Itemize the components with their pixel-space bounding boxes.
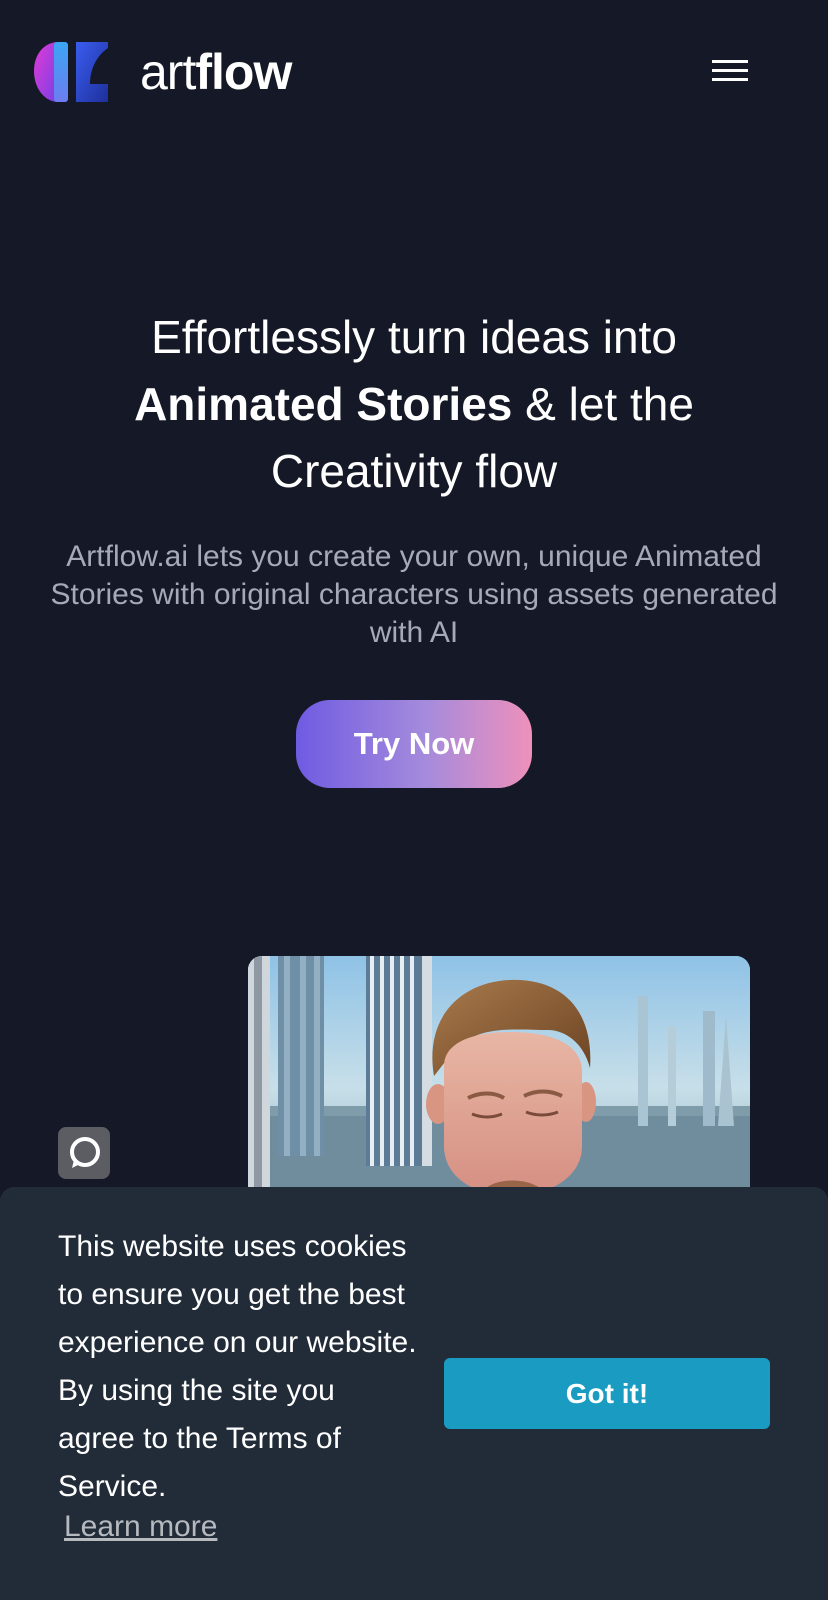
brand-wordmark[interactable]: artflow <box>140 42 292 102</box>
preview-frame-image <box>248 956 750 1196</box>
cookie-consent-banner: This website uses cookies to ensure you … <box>0 1187 828 1600</box>
hero-subtitle: Artflow.ai lets you create your own, uni… <box>50 540 778 649</box>
hamburger-menu-icon[interactable] <box>706 56 748 88</box>
menu-bar <box>712 78 748 81</box>
menu-bar <box>712 60 748 63</box>
hero-title-line3: Creativity flow <box>270 445 558 497</box>
learn-more-link[interactable]: Learn more <box>64 1507 217 1547</box>
brand-wordmark-light: art <box>140 44 196 100</box>
hero-title-bold: Animated Stories <box>134 378 513 430</box>
got-it-button[interactable]: Got it! <box>444 1358 770 1429</box>
menu-bar <box>712 69 748 72</box>
chat-bubble-icon[interactable] <box>58 1127 110 1179</box>
artflow-logo-icon[interactable] <box>32 40 110 104</box>
try-now-button[interactable]: Try Now <box>296 700 532 788</box>
hero-title: Effortlessly turn ideas into Animated St… <box>40 304 788 505</box>
animated-story-preview[interactable] <box>248 956 750 1196</box>
cookie-message: This website uses cookies to ensure you … <box>58 1230 417 1503</box>
brand-wordmark-bold: flow <box>195 44 292 100</box>
site-header: artflow <box>0 0 828 140</box>
hero-title-after-bold: & let the <box>512 378 694 430</box>
hero-title-line1: Effortlessly turn ideas into <box>151 311 677 363</box>
